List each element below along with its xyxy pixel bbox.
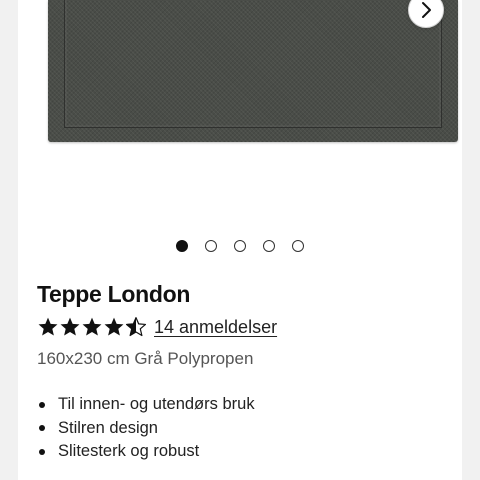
product-image[interactable] bbox=[48, 0, 458, 142]
bullet-icon bbox=[39, 425, 45, 431]
feature-item: Til innen- og utendørs bruk bbox=[37, 393, 255, 417]
bullet-icon bbox=[39, 401, 45, 408]
star-icon bbox=[60, 317, 80, 336]
product-subtitle: 160x230 cm Grå Polypropen bbox=[37, 349, 254, 368]
product-card: Teppe London 14 anmeldelser 160x230 cm G… bbox=[18, 0, 462, 480]
carousel-dot[interactable] bbox=[292, 240, 304, 252]
star-rating bbox=[37, 316, 147, 338]
carousel-dot[interactable] bbox=[176, 240, 188, 252]
star-icon bbox=[104, 317, 124, 336]
carousel-indicators bbox=[18, 240, 462, 252]
chevron-right-icon bbox=[422, 2, 431, 18]
star-icon bbox=[38, 317, 58, 336]
reviews-link[interactable]: 14 anmeldelser bbox=[154, 317, 277, 338]
feature-list: Til innen- og utendørs bruk Stilren desi… bbox=[37, 393, 255, 464]
star-icon bbox=[82, 317, 102, 336]
feature-text: Til innen- og utendørs bruk bbox=[58, 395, 255, 413]
star-half-icon bbox=[125, 317, 147, 337]
carousel-dot[interactable] bbox=[205, 240, 217, 252]
feature-item: Stilren design bbox=[37, 417, 255, 441]
carousel-dot[interactable] bbox=[263, 240, 275, 252]
rating-row: 14 anmeldelser bbox=[37, 315, 277, 339]
feature-text: Stilren design bbox=[58, 418, 158, 437]
product-title: Teppe London bbox=[37, 281, 191, 307]
carousel-dot[interactable] bbox=[234, 240, 246, 252]
feature-text: Slitesterk og robust bbox=[58, 442, 200, 460]
feature-item: Slitesterk og robust bbox=[37, 440, 255, 464]
bullet-icon bbox=[39, 448, 45, 455]
rug-border-decoration bbox=[64, 0, 442, 128]
